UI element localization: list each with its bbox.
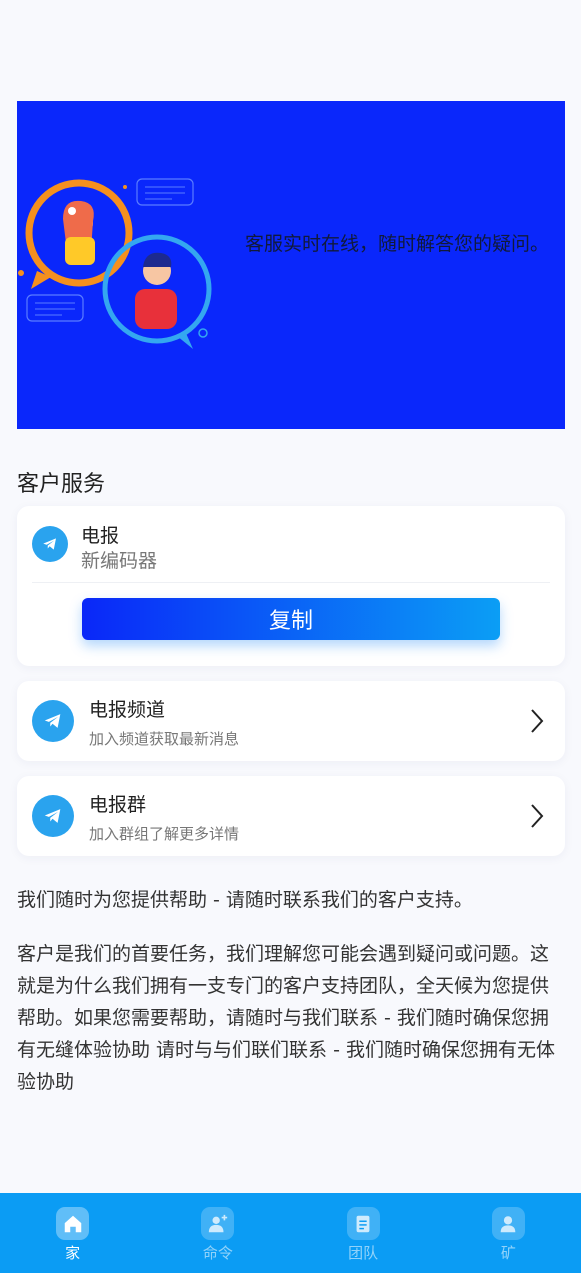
telegram-icon [32,700,74,742]
home-icon [56,1207,90,1240]
group-subtitle: 加入群组了解更多详情 [89,825,240,843]
support-description-text: 客户是我们的首要任务，我们理解您可能会遇到疑问或问题。这就是为什么我们拥有一支专… [17,943,555,1093]
chevron-right-icon [531,709,544,733]
contact-title: 电报 [81,525,120,547]
tab-orders[interactable]: 命令 [145,1193,290,1273]
tab-orders-label: 命令 [202,1244,233,1262]
telegram-channel-link[interactable]: 电报频道 加入频道获取最新消息 [17,681,565,761]
contact-subtitle: 新编码器 [81,550,158,572]
contact-card: 电报 新编码器 复制 [17,506,565,666]
tab-team[interactable]: 团队 [291,1193,436,1273]
customer-service-illustration [18,178,212,349]
tab-mine[interactable]: 矿 [436,1193,581,1273]
channel-title: 电报频道 [89,699,166,721]
chevron-right-icon [531,804,544,828]
section-title: 客户服务 [17,472,106,497]
support-banner: 客服实时在线，随时解答您的疑问。 [17,101,565,429]
support-intro-text: 我们随时为您提供帮助 - 请随时联系我们的客户支持。 [17,889,473,911]
copy-button[interactable]: 复制 [82,598,500,640]
channel-subtitle: 加入频道获取最新消息 [89,730,240,748]
bottom-tab-bar: 家 命令 团队 矿 [0,1193,581,1273]
divider [32,582,550,583]
tab-team-label: 团队 [348,1244,379,1262]
banner-text: 客服实时在线，随时解答您的疑问。 [245,233,550,255]
telegram-icon [32,526,68,562]
tab-home[interactable]: 家 [0,1193,145,1273]
document-icon [346,1207,380,1240]
telegram-icon [32,795,74,837]
group-title: 电报群 [89,794,147,816]
add-user-icon [201,1207,235,1240]
user-icon [491,1207,525,1240]
tab-home-label: 家 [65,1244,81,1262]
tab-mine-label: 矿 [500,1244,516,1262]
telegram-group-link[interactable]: 电报群 加入群组了解更多详情 [17,776,565,856]
